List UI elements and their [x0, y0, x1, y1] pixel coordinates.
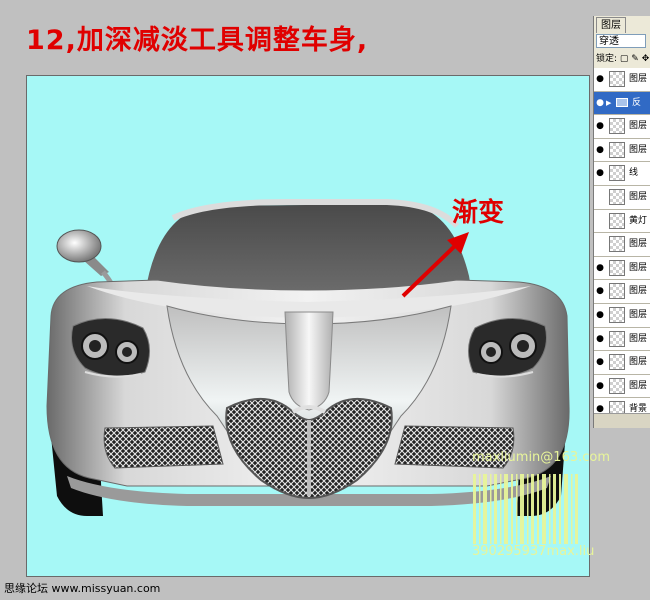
layer-row[interactable]: ● 图层 — [594, 256, 650, 281]
layer-row[interactable]: ● 图层 — [594, 374, 650, 399]
watermark-email: maxliumin@163.com — [472, 450, 611, 465]
eye-icon[interactable]: ● — [595, 262, 605, 274]
layer-row[interactable]: ● 图层 — [594, 68, 650, 92]
eye-icon[interactable]: ● — [595, 120, 605, 132]
blend-mode-select[interactable]: 穿透 — [596, 34, 646, 48]
layer-name: 线 — [629, 168, 639, 179]
lock-icons[interactable]: ▢ ✎ ✥ ▣ — [620, 54, 650, 64]
layers-panel: 图层 穿透 锁定: ▢ ✎ ✥ ▣ ● 图层 ● ▶ 反 ● 图层 ● 图层 ● — [593, 16, 650, 428]
layer-name: 图层 — [629, 74, 648, 84]
layer-thumbnail — [609, 71, 625, 87]
layer-row[interactable]: ● 图层 — [594, 280, 650, 304]
eye-icon[interactable]: ● — [595, 380, 605, 392]
gradient-annotation-label: 渐变 — [452, 198, 505, 228]
layer-row[interactable]: ● 图层 — [594, 351, 650, 375]
layers-tab[interactable]: 图层 — [596, 17, 626, 33]
layer-thumbnail — [609, 188, 625, 205]
tutorial-step-title: 12,加深减淡工具调整车身, — [26, 25, 369, 56]
eye-icon[interactable]: ● — [595, 333, 605, 345]
watermark-id: 390295937max.liu — [472, 544, 595, 559]
layer-name: 图层 — [629, 357, 648, 368]
eye-hidden-icon[interactable] — [595, 191, 605, 203]
layer-row[interactable]: 图层 — [594, 233, 650, 257]
layer-name: 图层 — [629, 121, 648, 132]
layer-thumbnail — [609, 377, 625, 394]
eye-icon[interactable]: ● — [595, 73, 605, 85]
layer-row[interactable]: ● 图层 — [594, 303, 650, 328]
layer-thumbnail — [609, 141, 625, 158]
car-illustration — [46, 199, 578, 544]
eye-icon[interactable]: ● — [595, 285, 605, 297]
layer-thumbnail — [609, 354, 625, 371]
layer-name: 图层 — [629, 191, 648, 202]
layer-thumbnail — [609, 165, 625, 182]
eye-icon[interactable]: ● — [595, 356, 605, 368]
layer-name: 图层 — [629, 309, 648, 320]
layer-thumbnail — [609, 259, 625, 276]
layers-panel-footer — [594, 413, 650, 428]
layer-row-selected[interactable]: ● ▶ 反 — [594, 91, 650, 116]
layer-row[interactable]: ● 图层 — [594, 115, 650, 139]
layer-name: 反 — [632, 97, 642, 108]
lock-label: 锁定: — [596, 54, 618, 64]
eye-icon[interactable]: ● — [595, 144, 605, 156]
eye-hidden-icon[interactable] — [595, 238, 605, 250]
lock-row: 锁定: ▢ ✎ ✥ ▣ — [594, 52, 650, 66]
layer-thumbnail — [609, 306, 625, 323]
layer-row[interactable]: ● 图层 — [594, 327, 650, 352]
layer-name: 图层 — [629, 262, 648, 273]
layer-row[interactable]: 图层 — [594, 185, 650, 210]
layer-name: 图层 — [629, 239, 648, 250]
layer-thumbnail — [609, 212, 625, 229]
layer-row[interactable]: ● 图层 — [594, 138, 650, 163]
document-canvas[interactable] — [26, 75, 590, 577]
site-footer: 思缘论坛 www.missyuan.com — [4, 582, 161, 595]
layers-list: ● 图层 ● ▶ 反 ● 图层 ● 图层 ● 线 图层 黄灯 图层 ● 图层 ●… — [594, 68, 650, 422]
layer-thumbnail — [609, 330, 625, 347]
layer-thumbnail — [609, 283, 625, 300]
layer-name: 图层 — [629, 380, 648, 391]
layer-name: 图层 — [629, 333, 648, 344]
expand-triangle-icon[interactable]: ▶ — [606, 99, 611, 107]
layer-name: 图层 — [629, 144, 648, 155]
eye-icon[interactable]: ● — [595, 167, 605, 179]
layer-name: 黄灯 — [629, 215, 648, 226]
eye-icon[interactable]: ● — [595, 309, 605, 321]
layer-thumbnail — [609, 236, 625, 253]
layer-row[interactable]: 黄灯 — [594, 209, 650, 234]
layer-row[interactable]: ● 线 — [594, 162, 650, 186]
eye-hidden-icon[interactable] — [595, 215, 605, 227]
layer-thumbnail — [609, 118, 625, 135]
layer-name: 图层 — [629, 286, 648, 297]
folder-icon — [616, 97, 628, 107]
eye-icon[interactable]: ● — [595, 97, 605, 109]
